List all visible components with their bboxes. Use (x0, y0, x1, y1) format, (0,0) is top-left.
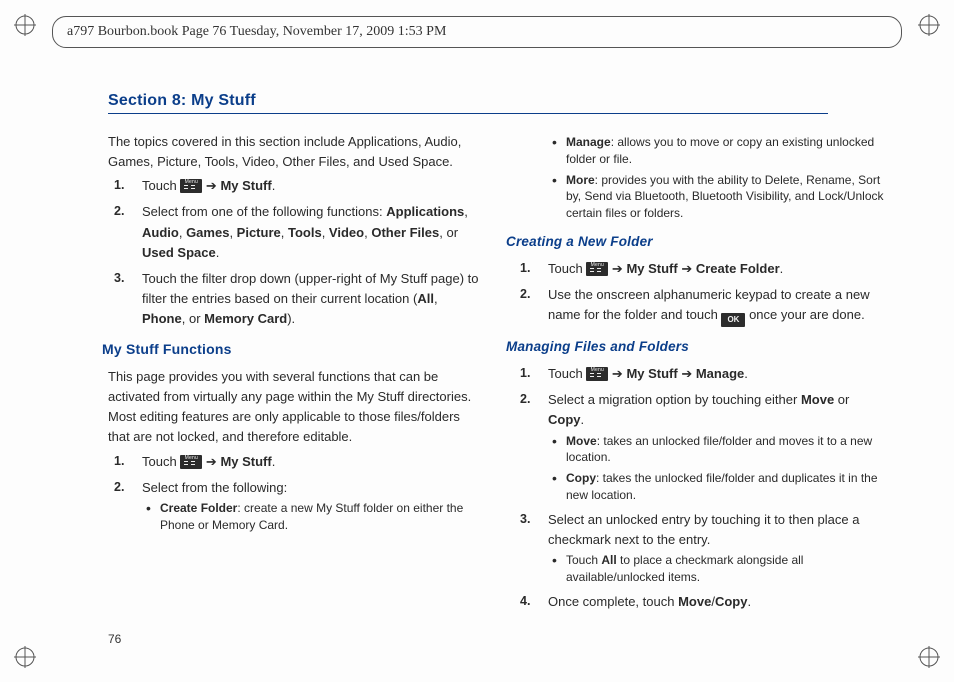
intro-steps: 1. Touch ➔ My Stuff. 2. Select from one … (108, 176, 480, 329)
crop-mark-icon (14, 14, 36, 36)
manage-steps: 1. Touch ➔ My Stuff ➔ Manage. 2. Select … (514, 364, 886, 612)
create-folder-steps: 1. Touch ➔ My Stuff ➔ Create Folder. 2. … (514, 259, 886, 327)
right-column: Manage: allows you to move or copy an ex… (514, 132, 886, 618)
functions-bullets-cont: Manage: allows you to move or copy an ex… (548, 134, 886, 222)
menu-icon (586, 367, 608, 381)
menu-icon (180, 179, 202, 193)
bullet-copy: Copy: takes the unlocked file/folder and… (548, 470, 886, 504)
functions-steps: 1. Touch ➔ My Stuff. 2. Select from the … (108, 452, 480, 534)
step-2: 2. Select from the following: Create Fol… (108, 478, 480, 534)
bullet-move: Move: takes an unlocked file/folder and … (548, 433, 886, 467)
heading-managing-files: Managing Files and Folders (506, 337, 886, 358)
menu-icon (586, 262, 608, 276)
bullet-manage: Manage: allows you to move or copy an ex… (548, 134, 886, 168)
heading-my-stuff-functions: My Stuff Functions (102, 339, 480, 361)
crop-mark-icon (14, 646, 36, 668)
bullet-create-folder: Create Folder: create a new My Stuff fol… (142, 500, 480, 534)
step-3: 3. Touch the filter drop down (upper-rig… (108, 269, 480, 329)
functions-paragraph: This page provides you with several func… (108, 367, 480, 448)
intro-paragraph: The topics covered in this section inclu… (108, 132, 480, 172)
framemaker-header-text: a797 Bourbon.book Page 76 Tuesday, Novem… (67, 24, 446, 40)
crop-mark-icon (918, 14, 940, 36)
section-title: Section 8: My Stuff (108, 92, 828, 114)
step-1: 1. Touch ➔ My Stuff ➔ Manage. (514, 364, 886, 384)
menu-icon (180, 455, 202, 469)
ok-icon: OK (721, 313, 745, 327)
step-1: 1. Touch ➔ My Stuff ➔ Create Folder. (514, 259, 886, 279)
crop-mark-icon (918, 646, 940, 668)
page-content: Section 8: My Stuff The topics covered i… (108, 92, 886, 622)
step-2: 2. Select a migration option by touching… (514, 390, 886, 503)
all-bullet: Touch All to place a checkmark alongside… (548, 552, 886, 586)
move-copy-bullets: Move: takes an unlocked file/folder and … (548, 433, 886, 504)
functions-bullets: Create Folder: create a new My Stuff fol… (142, 500, 480, 534)
step-1: 1. Touch ➔ My Stuff. (108, 176, 480, 196)
step-2: 2. Select from one of the following func… (108, 202, 480, 262)
framemaker-header: a797 Bourbon.book Page 76 Tuesday, Novem… (52, 16, 902, 48)
step-2: 2. Use the onscreen alphanumeric keypad … (514, 285, 886, 327)
bullet-more: More: provides you with the ability to D… (548, 172, 886, 222)
step-4: 4. Once complete, touch Move/Copy. (514, 592, 886, 612)
bullet-all: Touch All to place a checkmark alongside… (548, 552, 886, 586)
page-number: 76 (108, 632, 121, 646)
left-column: The topics covered in this section inclu… (108, 132, 480, 618)
step-1: 1. Touch ➔ My Stuff. (108, 452, 480, 472)
heading-creating-folder: Creating a New Folder (506, 232, 886, 253)
step-3: 3. Select an unlocked entry by touching … (514, 510, 886, 586)
